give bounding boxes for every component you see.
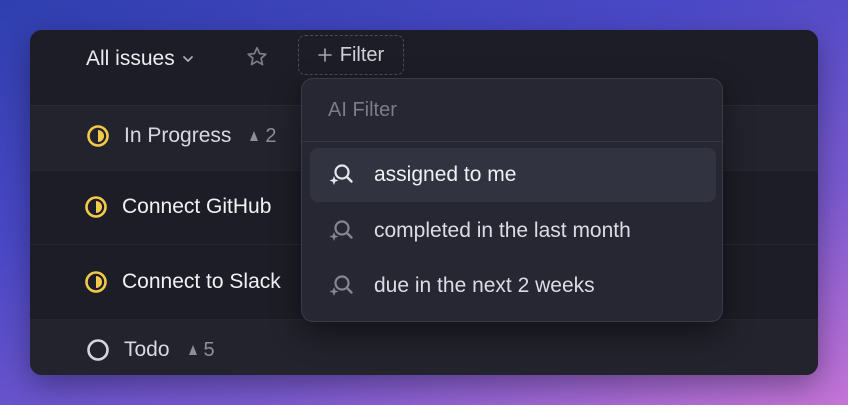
ai-filter-search: [302, 79, 722, 142]
in-progress-status-icon: [85, 271, 107, 293]
filter-option-label: completed in the last month: [374, 219, 631, 242]
ai-filter-input[interactable]: [326, 97, 690, 123]
todo-status-icon: [87, 339, 109, 361]
ai-search-icon: [326, 216, 356, 246]
chevron-down-icon: [182, 56, 193, 62]
star-icon: [247, 46, 267, 66]
in-progress-status-icon: [85, 196, 107, 218]
filter-option-due-next-2-weeks[interactable]: due in the next 2 weeks: [310, 259, 716, 313]
view-selector[interactable]: All issues: [86, 44, 195, 74]
filter-option-label: due in the next 2 weeks: [374, 274, 595, 297]
group-label: Todo: [124, 338, 170, 361]
ai-filter-dropdown: assigned to me completed in the last mon…: [301, 78, 723, 322]
view-title: All issues: [86, 47, 175, 70]
priority-icon: [250, 131, 259, 141]
group-header-todo[interactable]: Todo 5: [30, 320, 818, 375]
filter-option-label: assigned to me: [374, 163, 517, 186]
favorite-button[interactable]: [244, 44, 270, 70]
issue-title: Connect GitHub: [122, 195, 272, 218]
group-label: In Progress: [124, 124, 232, 147]
issue-title: Connect to Slack: [122, 270, 281, 293]
filter-button-label: Filter: [339, 43, 385, 66]
ai-search-icon: [326, 160, 356, 190]
plus-icon: [317, 48, 332, 62]
ai-search-icon: [326, 271, 356, 301]
group-count: 2: [249, 125, 277, 148]
filter-option-completed-last-month[interactable]: completed in the last month: [310, 204, 716, 258]
in-progress-status-icon: [87, 125, 109, 147]
filter-option-assigned-to-me[interactable]: assigned to me: [310, 148, 716, 202]
priority-icon: [188, 345, 197, 355]
filter-button[interactable]: Filter: [298, 35, 404, 75]
group-count: 5: [188, 339, 215, 362]
